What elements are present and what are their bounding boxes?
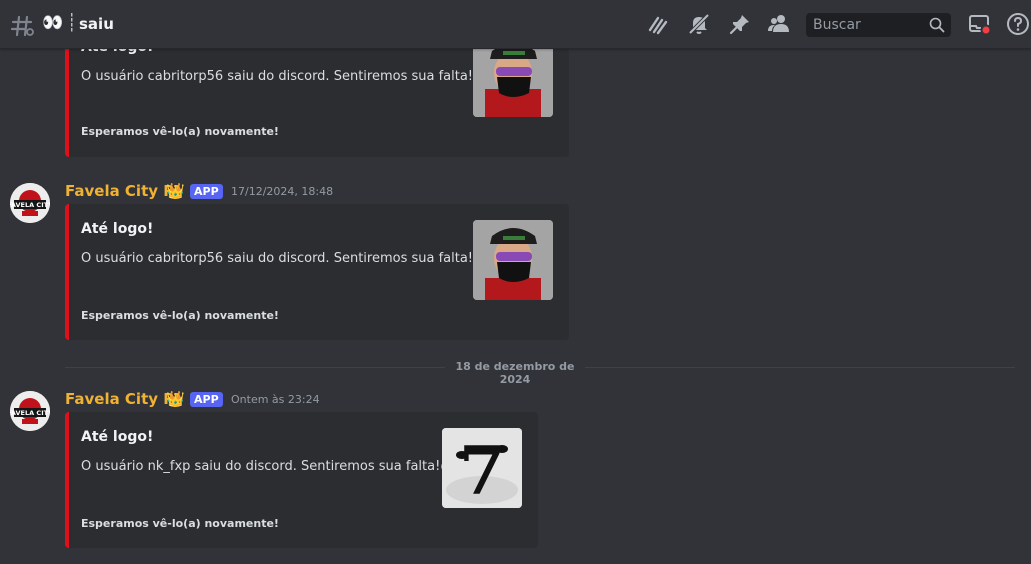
embed-description: O usuário nk_fxp saiu do discord. Sentir… — [81, 458, 456, 476]
message-timestamp[interactable]: 17/12/2024, 18:48 — [231, 185, 333, 198]
embed-thumbnail[interactable]: 7 — [442, 428, 522, 508]
date-divider-label: 18 de dezembro de 2024 — [445, 360, 585, 386]
embed-description-text: O usuário cabritorp56 saiu do discord. S… — [81, 251, 474, 266]
embed-footer: Esperamos vê-lo(a) novamente! — [81, 309, 279, 322]
embed-description-text: O usuário nk_fxp saiu do discord. Sentir… — [81, 459, 441, 474]
channel-header: 👀 ┊ saiu — [0, 0, 1031, 49]
divider-line-left — [65, 367, 445, 368]
message-author[interactable]: Favela City RJ — [65, 390, 180, 408]
embed-footer: Esperamos vê-lo(a) novamente! — [81, 517, 279, 530]
embed-thumbnail[interactable] — [473, 37, 553, 117]
svg-text:FAVELA CITY: FAVELA CITY — [10, 201, 50, 209]
embed-description: O usuário cabritorp56 saiu do discord. S… — [81, 250, 489, 268]
channel-emoji: 👀 ┊ — [42, 13, 77, 33]
message-list: Até logo! O usuário cabritorp56 saiu do … — [0, 0, 1031, 564]
crown-emoji: 👑 — [166, 182, 185, 200]
svg-text:FAVELA CITY: FAVELA CITY — [10, 409, 50, 417]
divider-line-right — [585, 367, 1015, 368]
embed-title: Até logo! — [81, 221, 154, 237]
app-badge: APP — [190, 184, 223, 199]
date-divider: 18 de dezembro de 2024 — [65, 360, 1015, 386]
app-badge: APP — [190, 392, 223, 407]
mute-notifications-icon[interactable] — [687, 12, 711, 36]
search-icon — [929, 17, 945, 33]
bot-avatar[interactable]: FAVELA CITY — [10, 391, 50, 431]
favela-city-logo-icon: FAVELA CITY — [10, 391, 50, 431]
avatar-character-image — [473, 37, 553, 117]
threads-hash-icon — [10, 15, 34, 37]
threads-icon[interactable] — [646, 12, 670, 36]
avatar-character-image — [473, 220, 553, 300]
embed-card: Até logo! O usuário cabritorp56 saiu do … — [65, 204, 569, 340]
svg-text:7: 7 — [459, 432, 505, 508]
message-timestamp[interactable]: Ontem às 23:24 — [231, 393, 320, 406]
favela-city-logo-icon: FAVELA CITY — [10, 183, 50, 223]
embed-title: Até logo! — [81, 429, 154, 445]
embed-thumbnail[interactable] — [473, 220, 553, 300]
inbox-icon[interactable] — [967, 12, 991, 36]
embed-description-text: O usuário cabritorp56 saiu do discord. S… — [81, 69, 474, 84]
embed-footer: Esperamos vê-lo(a) novamente! — [81, 125, 279, 138]
message-author[interactable]: Favela City RJ — [65, 182, 180, 200]
crown-emoji: 👑 — [166, 390, 185, 408]
help-icon[interactable] — [1006, 12, 1030, 36]
embed-description: O usuário cabritorp56 saiu do discord. S… — [81, 68, 489, 86]
embed-card: Até logo! O usuário nk_fxp saiu do disco… — [65, 412, 538, 548]
members-icon[interactable] — [767, 12, 791, 36]
channel-name: saiu — [79, 15, 114, 33]
search-box[interactable] — [806, 13, 951, 37]
search-input[interactable] — [813, 17, 925, 33]
bot-avatar[interactable]: FAVELA CITY — [10, 183, 50, 223]
seven-logo-image: 7 — [442, 428, 522, 508]
pin-icon[interactable] — [728, 12, 752, 36]
